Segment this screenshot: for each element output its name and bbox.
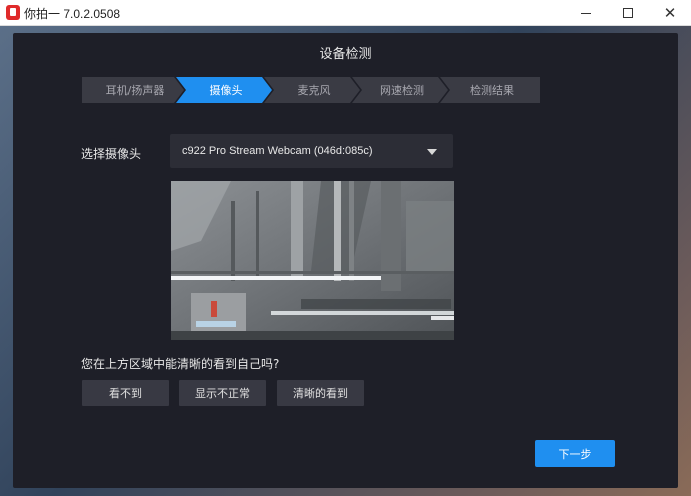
camera-feed-image [171,181,454,340]
step-headphones: 耳机/扬声器 [82,77,184,103]
dialog-title: 设备检测 [319,47,372,62]
display-abnormal-button[interactable]: 显示不正常 [179,380,266,406]
close-icon: ✕ [663,3,677,22]
close-button[interactable]: ✕ [649,0,691,26]
minimize-button[interactable] [565,0,607,26]
step-microphone: 麦克风 [264,77,360,103]
chevron-down-icon [427,149,437,155]
camera-select-label: 选择摄像头 [81,147,142,161]
next-step-button[interactable]: 下一步 [535,440,615,467]
step-camera: 摄像头 [176,77,272,103]
camera-select-value: c922 Pro Stream Webcam (046d:085c) [182,145,373,157]
maximize-button[interactable] [607,0,649,26]
camera-preview [171,181,454,340]
visibility-question: 您在上方区域中能清晰的看到自己吗? [81,357,280,371]
step-indicator: 耳机/扬声器 摄像头 麦克风 网速检测 检测结果 [82,77,540,103]
step-network: 网速检测 [352,77,448,103]
device-check-dialog: 设备检测 耳机/扬声器 摄像头 麦克风 网速检测 检测结果 选择摄像头 c922… [13,33,678,488]
camera-select[interactable]: c922 Pro Stream Webcam (046d:085c) [170,134,453,168]
minimize-icon [581,12,591,14]
maximize-icon [623,8,633,18]
window-titlebar: 你拍一 7.0.2.0508 ✕ [0,0,691,26]
cannot-see-button[interactable]: 看不到 [82,380,169,406]
app-logo-icon [6,5,20,20]
step-result: 检测结果 [440,77,540,103]
window-title: 你拍一 7.0.2.0508 [24,7,121,21]
see-clearly-button[interactable]: 清晰的看到 [277,380,364,406]
